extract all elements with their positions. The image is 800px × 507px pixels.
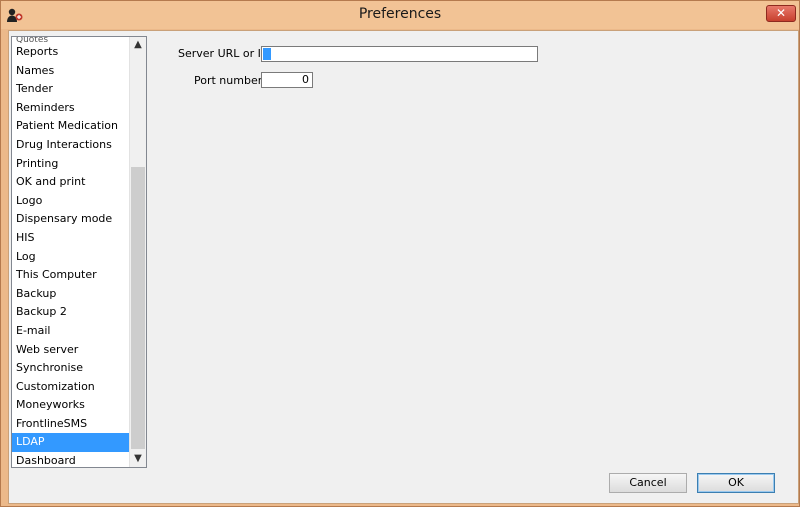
- window-title: Preferences: [358, 6, 442, 22]
- title-bar[interactable]: Preferences ✕: [1, 1, 799, 29]
- list-item-dashboard[interactable]: Dashboard: [12, 452, 130, 467]
- ok-button[interactable]: OK: [697, 473, 775, 493]
- scroll-down-arrow-icon[interactable]: ▼: [130, 451, 146, 467]
- list-item-frontlinesms[interactable]: FrontlineSMS: [12, 415, 130, 434]
- list-item-backup[interactable]: Backup: [12, 285, 130, 304]
- list-item-ok-and-print[interactable]: OK and print: [12, 173, 130, 192]
- preferences-category-list[interactable]: Quotes Reports Names Tender Reminders Pa…: [11, 36, 147, 468]
- list-item-patient-medication[interactable]: Patient Medication: [12, 117, 130, 136]
- cancel-button[interactable]: Cancel: [609, 473, 687, 493]
- list-item-backup-2[interactable]: Backup 2: [12, 303, 130, 322]
- preferences-window: Preferences ✕ Quotes Reports Names Tende…: [0, 0, 800, 507]
- list-item-drug-interactions[interactable]: Drug Interactions: [12, 136, 130, 155]
- text-selection-caret: [263, 48, 271, 60]
- scroll-up-arrow-icon[interactable]: ▲: [130, 37, 146, 53]
- list-scrollbar[interactable]: ▲ ▼: [129, 37, 146, 467]
- category-list-items: Quotes Reports Names Tender Reminders Pa…: [12, 37, 130, 467]
- list-item-logo[interactable]: Logo: [12, 192, 130, 211]
- list-item-web-server[interactable]: Web server: [12, 341, 130, 360]
- list-item-his[interactable]: HIS: [12, 229, 130, 248]
- list-item-names[interactable]: Names: [12, 62, 130, 81]
- dialog-body: Quotes Reports Names Tender Reminders Pa…: [8, 30, 799, 504]
- list-item-moneyworks[interactable]: Moneyworks: [12, 396, 130, 415]
- list-item-dispensary-mode[interactable]: Dispensary mode: [12, 210, 130, 229]
- list-item-email[interactable]: E-mail: [12, 322, 130, 341]
- list-item-reports[interactable]: Reports: [12, 43, 130, 62]
- port-number-input[interactable]: 0: [261, 72, 313, 88]
- list-item-synchronise[interactable]: Synchronise: [12, 359, 130, 378]
- server-url-input[interactable]: [261, 46, 538, 62]
- scroll-thumb[interactable]: [131, 167, 145, 449]
- list-item-ldap[interactable]: LDAP: [12, 433, 130, 453]
- close-button[interactable]: ✕: [766, 5, 796, 22]
- port-number-label: Port number: [194, 74, 263, 87]
- list-item-reminders[interactable]: Reminders: [12, 99, 130, 118]
- server-url-label: Server URL or IP: [178, 47, 268, 60]
- list-item-printing[interactable]: Printing: [12, 155, 130, 174]
- list-item-log[interactable]: Log: [12, 248, 130, 267]
- list-item-tender[interactable]: Tender: [12, 80, 130, 99]
- list-item-this-computer[interactable]: This Computer: [12, 266, 130, 285]
- list-item-customization[interactable]: Customization: [12, 378, 130, 397]
